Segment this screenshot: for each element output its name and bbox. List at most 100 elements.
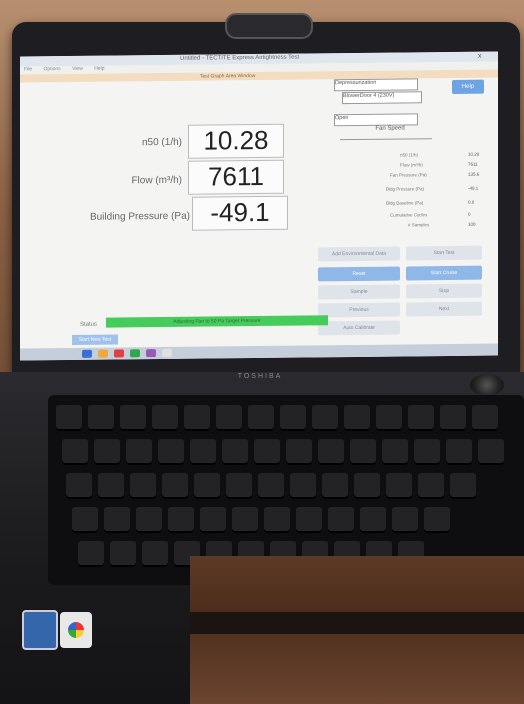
keyboard-key[interactable] bbox=[392, 507, 418, 533]
keyboard-key[interactable] bbox=[264, 507, 290, 533]
taskbar-icon-5[interactable] bbox=[162, 348, 172, 358]
keyboard-key[interactable] bbox=[414, 439, 440, 465]
status-bar: Adjusting Fan to 50 Pa Target Pressure bbox=[106, 315, 328, 328]
keyboard-key[interactable] bbox=[322, 473, 348, 499]
keyboard-key[interactable] bbox=[254, 439, 280, 465]
keyboard-key[interactable] bbox=[104, 507, 130, 533]
keyboard-key[interactable] bbox=[472, 405, 498, 431]
start-new-test-button[interactable]: Start New Test bbox=[72, 334, 118, 345]
keyboard-key[interactable] bbox=[226, 473, 252, 499]
keyboard-key[interactable] bbox=[376, 405, 402, 431]
keyboard-key[interactable] bbox=[382, 439, 408, 465]
keyboard-key[interactable] bbox=[258, 473, 284, 499]
previous-button[interactable]: Previous bbox=[318, 302, 400, 318]
menu-options[interactable]: Options bbox=[43, 66, 60, 72]
start-cruise-button[interactable]: Start Cruise bbox=[406, 265, 482, 281]
add-environmental-data-button[interactable]: Add Environmental Data bbox=[318, 246, 400, 262]
wooden-object-stripe bbox=[190, 612, 524, 634]
keyboard-key[interactable] bbox=[418, 473, 444, 499]
speaker-right bbox=[470, 374, 504, 396]
keyboard-key[interactable] bbox=[62, 439, 88, 465]
reading-label-n50: n50 (1/h) bbox=[141, 136, 182, 149]
next-button[interactable]: Next bbox=[406, 301, 482, 317]
keyboard-key[interactable] bbox=[78, 541, 104, 567]
menu-file[interactable]: File bbox=[24, 66, 32, 72]
keyboard-key[interactable] bbox=[446, 439, 472, 465]
keyboard-key[interactable] bbox=[386, 473, 412, 499]
keyboard-key[interactable] bbox=[158, 439, 184, 465]
keyboard-key[interactable] bbox=[142, 541, 168, 567]
reset-button[interactable]: Reset bbox=[318, 266, 400, 282]
auto-calibrate-button[interactable]: Auto Calibrate bbox=[318, 320, 400, 336]
windows-sticker bbox=[60, 612, 92, 648]
keyboard-key[interactable] bbox=[162, 473, 188, 499]
laptop-brand: TOSHIBA bbox=[237, 373, 283, 380]
keyboard-key[interactable] bbox=[424, 507, 450, 533]
keyboard-key[interactable] bbox=[450, 473, 476, 499]
table-label-6: # Samples bbox=[408, 222, 430, 228]
keyboard-key[interactable] bbox=[440, 405, 466, 431]
keyboard-key[interactable] bbox=[72, 507, 98, 533]
keyboard-key[interactable] bbox=[56, 405, 82, 431]
keyboard-key[interactable] bbox=[232, 507, 258, 533]
keyboard-key[interactable] bbox=[328, 507, 354, 533]
keyboard-key[interactable] bbox=[98, 473, 124, 499]
keyboard-key[interactable] bbox=[408, 405, 434, 431]
keyboard-key[interactable] bbox=[136, 507, 162, 533]
device-dropdown[interactable]: BlowerDoor 4 (230V) bbox=[342, 91, 422, 105]
table-value-3: -49.1 bbox=[468, 185, 479, 191]
keyboard-key[interactable] bbox=[184, 405, 210, 431]
table-label-3: Bldg Pressure (Pa) bbox=[386, 186, 425, 192]
taskbar-icon-0[interactable] bbox=[82, 349, 92, 358]
stop-button[interactable]: Stop bbox=[406, 283, 482, 299]
keyboard-key[interactable] bbox=[110, 541, 136, 567]
table-value-0: 10.28 bbox=[468, 151, 480, 157]
keyboard-key[interactable] bbox=[66, 473, 92, 499]
brand-strip: TOSHIBA bbox=[190, 373, 330, 383]
keyboard-key[interactable] bbox=[286, 439, 312, 465]
ring-dropdown[interactable]: Open bbox=[334, 113, 418, 127]
table-value-4: 0.0 bbox=[468, 199, 475, 205]
keyboard-key[interactable] bbox=[152, 405, 178, 431]
table-label-4: Bldg Baseline (Pa) bbox=[386, 200, 424, 206]
close-icon[interactable]: x bbox=[478, 53, 482, 60]
start-test-button[interactable]: Start Test bbox=[406, 245, 482, 261]
taskbar-icon-4[interactable] bbox=[146, 349, 156, 358]
keyboard-key[interactable] bbox=[120, 405, 146, 431]
keyboard-key[interactable] bbox=[222, 439, 248, 465]
keyboard-key[interactable] bbox=[312, 405, 338, 431]
keyboard-key[interactable] bbox=[94, 439, 120, 465]
reading-label-pressure: Building Pressure (Pa) bbox=[89, 210, 190, 223]
keyboard-key[interactable] bbox=[88, 405, 114, 431]
table-value-2: 135.6 bbox=[468, 171, 480, 177]
keyboard-key[interactable] bbox=[354, 473, 380, 499]
keyboard-key[interactable] bbox=[344, 405, 370, 431]
help-button[interactable]: Help bbox=[452, 79, 484, 94]
keyboard-key[interactable] bbox=[248, 405, 274, 431]
taskbar-icon-3[interactable] bbox=[130, 349, 140, 358]
reading-value-flow: 7611 bbox=[188, 159, 284, 195]
menu-help[interactable]: Help bbox=[94, 66, 104, 72]
keyboard-key[interactable] bbox=[200, 507, 226, 533]
keyboard-key[interactable] bbox=[216, 405, 242, 431]
keyboard-key[interactable] bbox=[360, 507, 386, 533]
sample-button[interactable]: Sample bbox=[318, 284, 400, 300]
keyboard-key[interactable] bbox=[478, 439, 504, 465]
laptop-screen: Untitled - TECTITE Express Airtightness … bbox=[20, 51, 498, 361]
keyboard-key[interactable] bbox=[318, 439, 344, 465]
keyboard-key[interactable] bbox=[280, 405, 306, 431]
keyboard-key[interactable] bbox=[290, 473, 316, 499]
fan-speed-slider[interactable] bbox=[340, 138, 432, 141]
menu-view[interactable]: View bbox=[72, 66, 83, 72]
keyboard-key[interactable] bbox=[296, 507, 322, 533]
orientation-dropdown[interactable]: Depressurization bbox=[334, 78, 418, 92]
taskbar-icon-2[interactable] bbox=[114, 349, 124, 358]
taskbar-icon-1[interactable] bbox=[98, 349, 108, 358]
keyboard-key[interactable] bbox=[130, 473, 156, 499]
keyboard-key[interactable] bbox=[194, 473, 220, 499]
keyboard-key[interactable] bbox=[168, 507, 194, 533]
windows-logo-icon bbox=[68, 622, 84, 638]
keyboard-key[interactable] bbox=[126, 439, 152, 465]
keyboard-key[interactable] bbox=[190, 439, 216, 465]
keyboard-key[interactable] bbox=[350, 439, 376, 465]
